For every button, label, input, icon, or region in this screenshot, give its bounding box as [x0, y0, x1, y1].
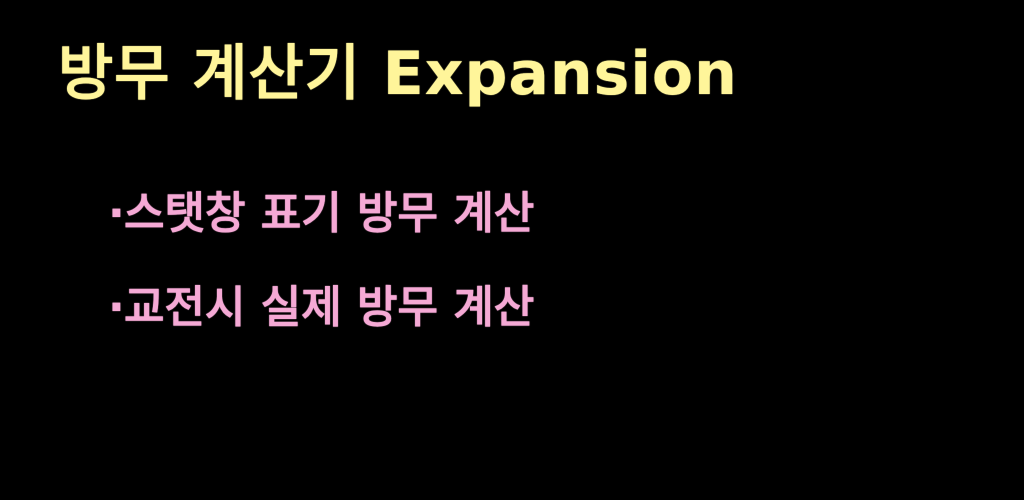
app-title: 방무 계산기 Expansion	[58, 39, 738, 109]
feature-list: ·스탯창 표기 방무 계산 ·교전시 실제 방무 계산	[108, 192, 534, 380]
bullet-dot: ·	[108, 188, 125, 239]
bullet-dot: ·	[108, 282, 125, 333]
feature-text: 교전시 실제 방무 계산	[124, 282, 535, 333]
banner-canvas: 방무 계산기 Expansion ·스탯창 표기 방무 계산 ·교전시 실제 방…	[0, 0, 1024, 500]
feature-text: 스탯창 표기 방무 계산	[124, 188, 535, 239]
feature-item-stat-window: ·스탯창 표기 방무 계산	[108, 192, 534, 236]
feature-item-combat: ·교전시 실제 방무 계산	[108, 286, 534, 330]
